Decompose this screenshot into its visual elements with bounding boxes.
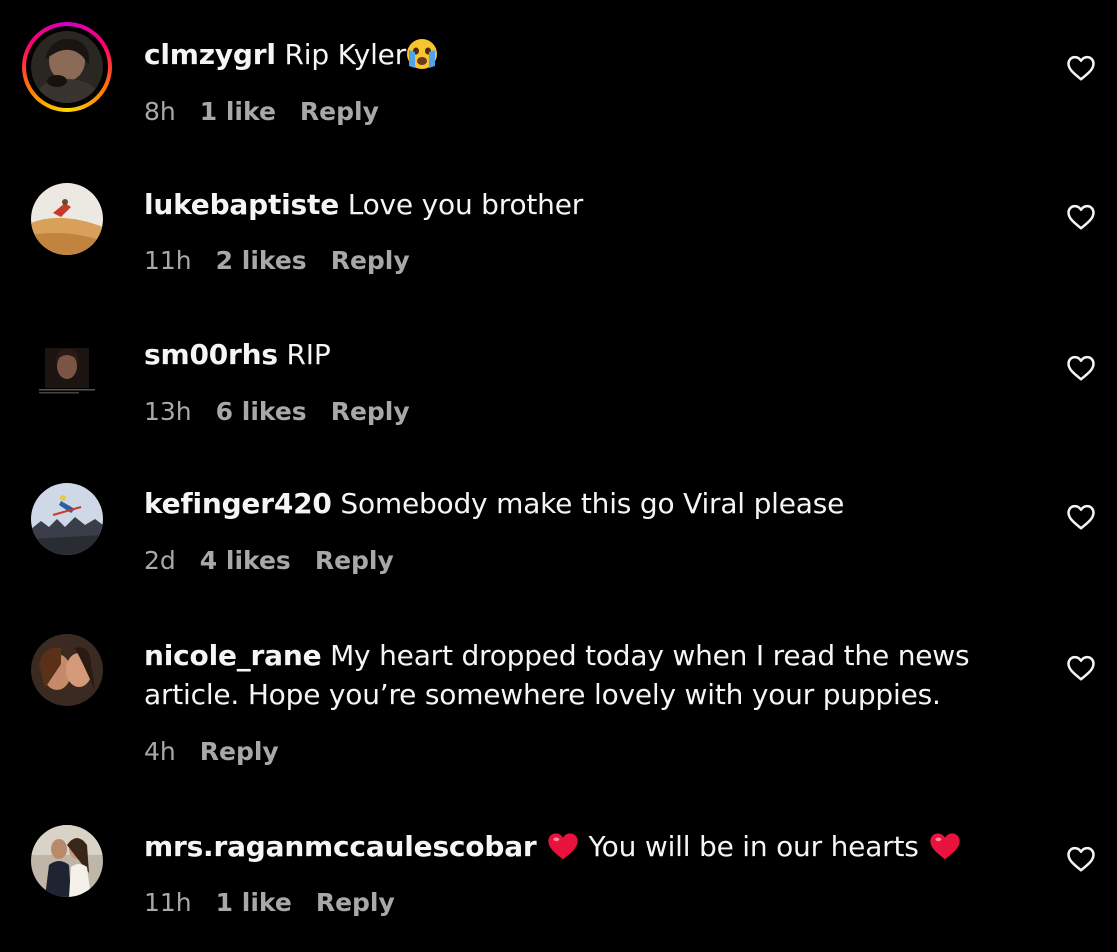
- like-button[interactable]: [1066, 203, 1096, 231]
- comment-text: nicole_rane My heart dropped today when …: [144, 636, 970, 675]
- comment-meta: 13h 6 likes Reply: [144, 397, 434, 427]
- comment-age[interactable]: 11h: [144, 246, 192, 275]
- like-button[interactable]: [1066, 654, 1096, 682]
- comment-body-line-1: My heart dropped today when I read the n…: [330, 639, 970, 672]
- crying-face-icon: [407, 39, 438, 69]
- comment-age[interactable]: 13h: [144, 397, 192, 426]
- avatar-image: [31, 334, 103, 406]
- likes-count[interactable]: 2 likes: [216, 246, 307, 275]
- username-link[interactable]: kefinger420: [144, 487, 332, 520]
- reply-button[interactable]: Reply: [315, 546, 394, 575]
- comment-meta: 2d 4 likes Reply: [144, 546, 418, 576]
- comment-body: RIP: [286, 338, 331, 371]
- comment-text: sm00rhs RIP: [144, 335, 331, 374]
- avatar[interactable]: [31, 334, 103, 406]
- username-link[interactable]: lukebaptiste: [144, 188, 339, 221]
- avatar[interactable]: [31, 483, 103, 555]
- heart-outline-icon: [1067, 355, 1095, 381]
- comment-body: Somebody make this go Viral please: [340, 487, 845, 520]
- avatar-image: [31, 31, 103, 103]
- heart-outline-icon: [1067, 846, 1095, 872]
- comment-text: lukebaptiste Love you brother: [144, 185, 583, 224]
- comment-age[interactable]: 2d: [144, 546, 176, 575]
- like-button[interactable]: [1066, 503, 1096, 531]
- heart-outline-icon: [1067, 55, 1095, 81]
- comment-body: Rip Kyler: [284, 38, 407, 71]
- likes-count[interactable]: 4 likes: [200, 546, 291, 575]
- red-heart-icon: [547, 833, 578, 860]
- comment-text: clmzygrl Rip Kyler: [144, 35, 438, 74]
- comment-meta: 11h 1 like Reply: [144, 888, 419, 918]
- avatar-image: [31, 825, 103, 897]
- reply-button[interactable]: Reply: [200, 737, 279, 766]
- comment-text: mrs.raganmccaulescobar You will be in ou…: [144, 827, 971, 866]
- avatar[interactable]: [31, 31, 103, 103]
- likes-count[interactable]: 6 likes: [216, 397, 307, 426]
- red-heart-icon: [929, 833, 960, 860]
- story-ring[interactable]: [22, 22, 112, 112]
- like-button[interactable]: [1066, 354, 1096, 382]
- avatar[interactable]: [31, 634, 103, 706]
- likes-count[interactable]: 1 like: [216, 888, 292, 917]
- avatar[interactable]: [31, 825, 103, 897]
- username-link[interactable]: nicole_rane: [144, 639, 322, 672]
- avatar-image: [31, 483, 103, 555]
- heart-outline-icon: [1067, 504, 1095, 530]
- username-link[interactable]: clmzygrl: [144, 38, 276, 71]
- comment-body: You will be in our hearts: [588, 830, 919, 863]
- comment-meta: 8h 1 like Reply: [144, 97, 403, 127]
- reply-button[interactable]: Reply: [331, 397, 410, 426]
- comment-age[interactable]: 8h: [144, 97, 176, 126]
- comment-body: Love you brother: [347, 188, 584, 221]
- likes-count[interactable]: 1 like: [200, 97, 276, 126]
- comment-meta: 4h Reply: [144, 737, 303, 767]
- comment-text: kefinger420 Somebody make this go Viral …: [144, 484, 844, 523]
- avatar[interactable]: [31, 183, 103, 255]
- comment-text-continued: article. Hope you’re somewhere lovely wi…: [144, 675, 941, 714]
- like-button[interactable]: [1066, 845, 1096, 873]
- username-link[interactable]: mrs.raganmccaulescobar: [144, 830, 537, 863]
- avatar-image: [31, 634, 103, 706]
- heart-outline-icon: [1067, 655, 1095, 681]
- reply-button[interactable]: Reply: [316, 888, 395, 917]
- comment-meta: 11h 2 likes Reply: [144, 246, 434, 276]
- comment-age[interactable]: 11h: [144, 888, 192, 917]
- reply-button[interactable]: Reply: [300, 97, 379, 126]
- like-button[interactable]: [1066, 54, 1096, 82]
- avatar-image: [31, 183, 103, 255]
- reply-button[interactable]: Reply: [331, 246, 410, 275]
- comment-age[interactable]: 4h: [144, 737, 176, 766]
- username-link[interactable]: sm00rhs: [144, 338, 278, 371]
- comment-body-line-2: article. Hope you’re somewhere lovely wi…: [144, 678, 941, 711]
- heart-outline-icon: [1067, 204, 1095, 230]
